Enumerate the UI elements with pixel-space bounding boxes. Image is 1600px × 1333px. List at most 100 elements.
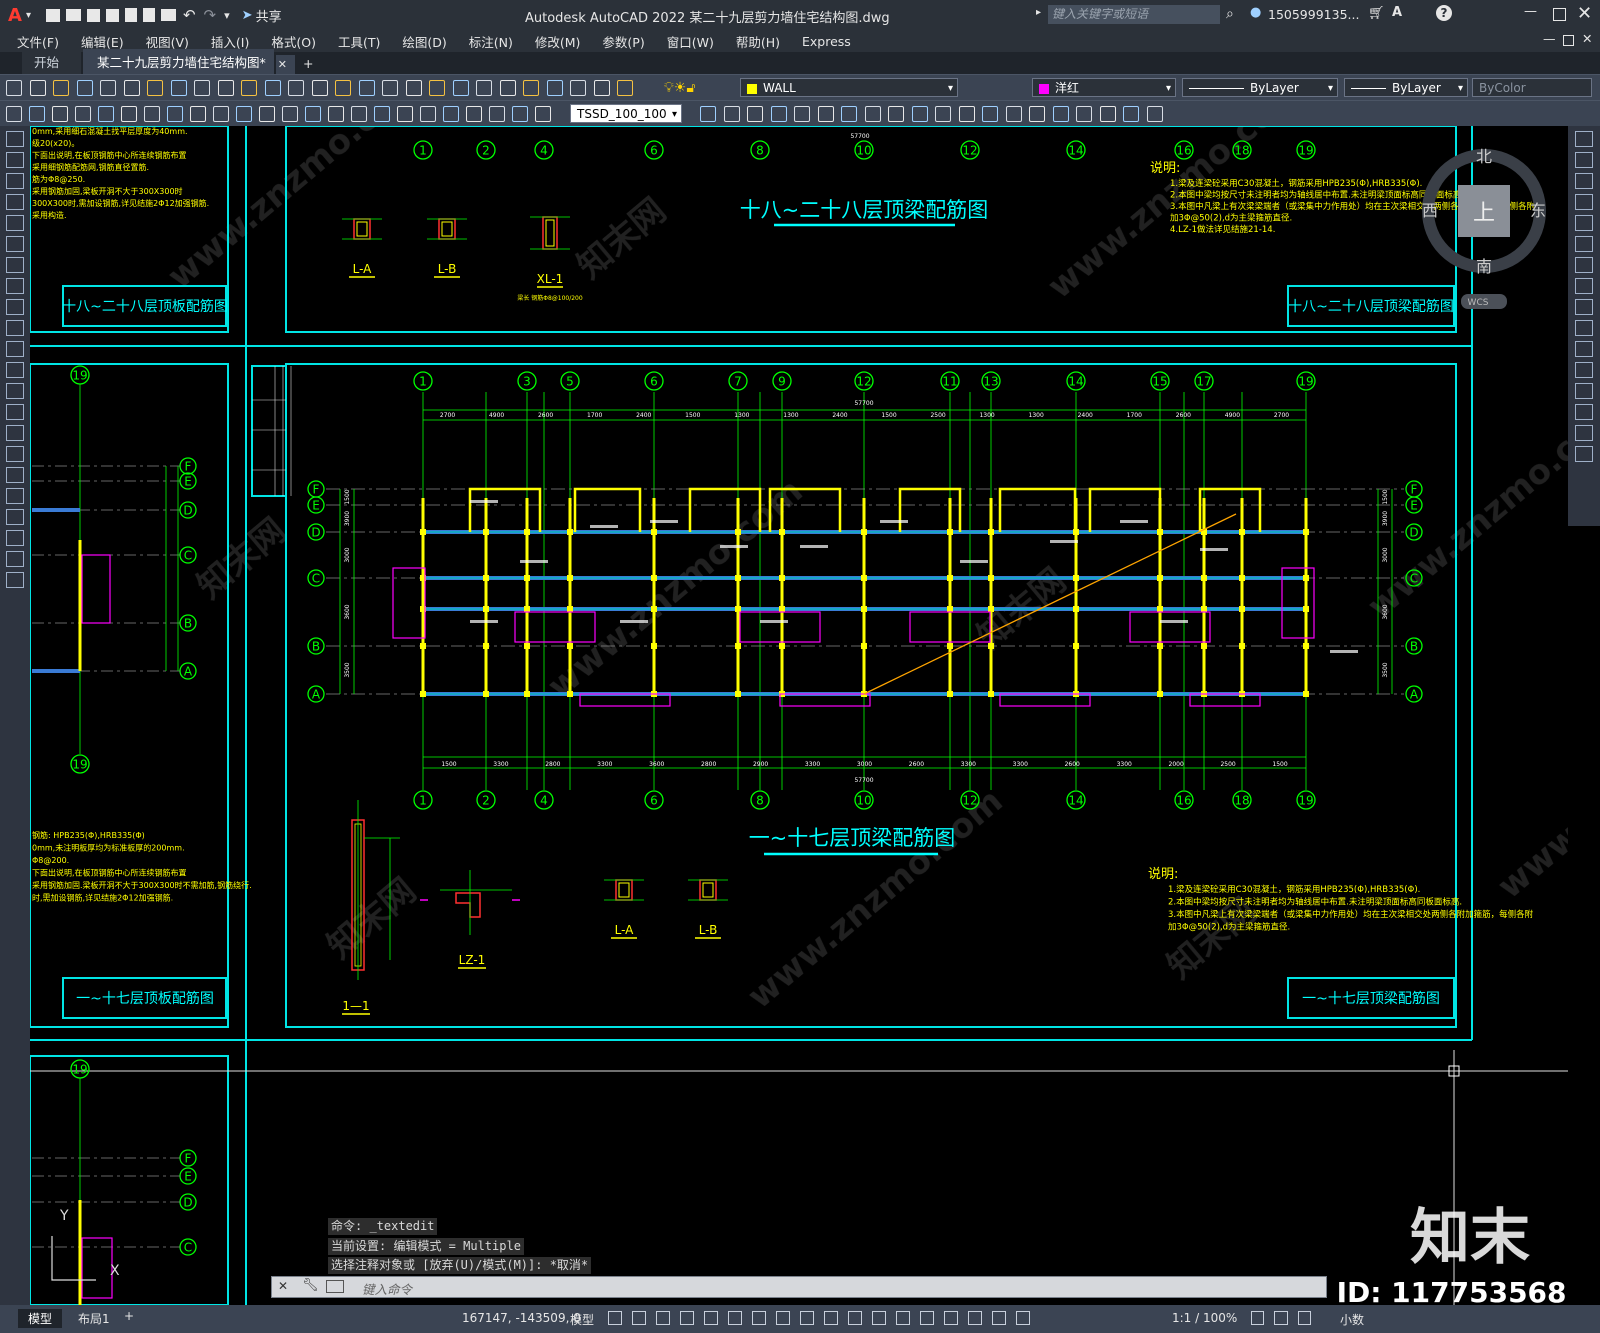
dim-tool-icon-20[interactable] <box>443 106 459 122</box>
dim-tool-icon-7[interactable] <box>144 106 160 122</box>
undo-icon[interactable]: ↶ <box>183 6 196 24</box>
status-tab-layout1[interactable]: 布局1 <box>68 1309 120 1328</box>
share-icon[interactable]: ➤ <box>242 8 253 23</box>
menu-dimension[interactable]: 标注(N) <box>458 32 524 51</box>
status-tab-add[interactable]: + <box>124 1309 134 1323</box>
save-as-icon[interactable] <box>105 8 119 22</box>
draw-tool-icon-3[interactable] <box>6 173 24 189</box>
dim-tool-icon-10[interactable] <box>213 106 229 122</box>
dim-tool-icon-16[interactable] <box>351 106 367 122</box>
menu-modify[interactable]: 修改(M) <box>524 32 592 51</box>
toolbar-tool-icon-23[interactable] <box>523 80 539 96</box>
cart-icon[interactable]: 🛒︎ <box>1368 6 1385 21</box>
draw-tool-icon-8[interactable] <box>6 278 24 294</box>
toolbar-tool-icon-6[interactable] <box>123 80 140 96</box>
draw-tool-icon-7[interactable] <box>6 257 24 273</box>
draw-tool-icon-19[interactable] <box>6 509 24 525</box>
maximize-icon[interactable] <box>1553 8 1566 21</box>
share-button[interactable]: 共享 <box>256 6 282 25</box>
modify-tool-icon-8[interactable] <box>864 106 881 122</box>
modify-tool-icon-18[interactable] <box>1099 106 1116 122</box>
modify-tool-icon-11[interactable] <box>1575 341 1593 357</box>
isodraft-toggle-icon[interactable] <box>752 1311 766 1325</box>
toolbar-tool-icon-9[interactable] <box>194 80 210 96</box>
polar-toggle-icon[interactable] <box>728 1311 742 1325</box>
modify-tool-icon-19[interactable] <box>1123 106 1139 122</box>
dim-tool-icon-18[interactable] <box>397 106 413 122</box>
minimize-icon[interactable]: — <box>1524 4 1537 19</box>
menu-edit[interactable]: 编辑(E) <box>70 32 135 51</box>
modify-tool-icon-14[interactable] <box>1575 404 1593 420</box>
new-file-icon[interactable] <box>45 8 60 22</box>
save-web-icon[interactable] <box>142 8 155 22</box>
toolbar-tool-icon-16[interactable] <box>358 80 375 96</box>
coordinate-readout[interactable]: 167147, -143509, 0 <box>462 1311 581 1325</box>
modify-tool-icon-2[interactable] <box>1575 152 1593 168</box>
dim-tool-icon-21[interactable] <box>466 106 482 122</box>
menu-insert[interactable]: 插入(I) <box>200 32 260 51</box>
units-status[interactable]: 小数 <box>1340 1311 1364 1328</box>
menu-draw[interactable]: 绘图(D) <box>391 32 457 51</box>
search-input[interactable]: 键入关键字或短语 <box>1048 5 1220 24</box>
toolbar-tool-icon-14[interactable] <box>311 80 328 96</box>
draw-tool-icon-14[interactable] <box>6 404 24 420</box>
toolbar-tool-icon-8[interactable] <box>170 80 187 96</box>
draw-tool-icon-12[interactable] <box>6 362 24 378</box>
layer-dropdown[interactable]: WALL ▾ <box>740 78 958 97</box>
toolbar-tool-icon-17[interactable] <box>382 80 398 96</box>
doc-minimize-icon[interactable]: — <box>1543 31 1556 46</box>
toolbar-tool-icon-26[interactable] <box>593 80 610 96</box>
annotation-monitor-icon[interactable] <box>1274 1311 1288 1325</box>
color-dropdown[interactable]: 洋红 ▾ <box>1032 78 1176 97</box>
dim-tool-icon-17[interactable] <box>374 106 390 122</box>
modify-tool-icon-2[interactable] <box>723 106 740 122</box>
draw-tool-icon-17[interactable] <box>6 467 24 483</box>
draw-tool-icon-13[interactable] <box>6 383 24 399</box>
dim-tool-icon-4[interactable] <box>75 106 91 122</box>
drawing-canvas[interactable]: www.znzmo.com知末网www.znzmo.com知末网www.znzm… <box>30 126 1568 1305</box>
doc-restore-icon[interactable] <box>1563 35 1574 46</box>
annotation-visibility-toggle-icon[interactable] <box>992 1311 1006 1325</box>
modify-tool-icon-16[interactable] <box>1052 106 1069 122</box>
modify-tool-icon-13[interactable] <box>1575 383 1593 399</box>
modify-tool-icon-7[interactable] <box>1575 257 1593 273</box>
annotation-scale-dropdown[interactable]: TSSD_100_100 ▾ <box>570 104 682 123</box>
toolbar-tool-icon-4[interactable] <box>76 80 93 96</box>
modify-tool-icon-5[interactable] <box>794 106 810 122</box>
modify-tool-icon-17[interactable] <box>1076 106 1092 122</box>
selection-filter-toggle-icon[interactable] <box>944 1311 958 1325</box>
toolbar-tool-icon-15[interactable] <box>335 80 351 96</box>
modify-tool-icon-11[interactable] <box>935 106 951 122</box>
draw-tool-icon-10[interactable] <box>6 320 24 336</box>
dim-tool-icon-23[interactable] <box>512 106 528 122</box>
close-icon[interactable]: ✕ <box>1577 3 1592 24</box>
modify-tool-icon-4[interactable] <box>1575 194 1593 210</box>
draw-tool-icon-18[interactable] <box>6 488 24 504</box>
model-space-button[interactable]: 模型 <box>570 1311 594 1328</box>
dim-tool-icon-9[interactable] <box>190 106 206 122</box>
dim-tool-icon-6[interactable] <box>121 106 137 122</box>
plot-icon[interactable] <box>160 9 176 21</box>
isolate-objects-icon[interactable] <box>1297 1311 1311 1325</box>
toolbar-tool-icon-21[interactable] <box>476 80 492 96</box>
toolbar-tool-icon-12[interactable] <box>264 80 281 96</box>
draw-tool-icon-11[interactable] <box>6 341 24 357</box>
user-icon[interactable]: ● <box>1250 5 1261 20</box>
tab-add-button[interactable]: + <box>295 53 321 74</box>
modify-tool-icon-12[interactable] <box>1575 362 1593 378</box>
menu-window[interactable]: 窗口(W) <box>656 32 725 51</box>
command-input[interactable]: 键入命令 <box>362 1279 412 1298</box>
dim-tool-icon-12[interactable] <box>259 106 275 122</box>
draw-tool-icon-16[interactable] <box>6 446 24 462</box>
menu-view[interactable]: 视图(V) <box>135 32 200 51</box>
dim-tool-icon-22[interactable] <box>489 106 505 122</box>
modify-tool-icon-3[interactable] <box>747 106 763 122</box>
ortho-toggle-icon[interactable] <box>704 1311 718 1325</box>
toolbar-tool-icon-24[interactable] <box>546 80 563 96</box>
draw-tool-icon-1[interactable] <box>6 131 24 147</box>
search-chevron-icon[interactable]: ▸ <box>1036 7 1041 18</box>
3d-osnap-toggle-icon[interactable] <box>896 1311 910 1325</box>
dim-tool-icon-14[interactable] <box>305 106 321 122</box>
open-file-icon[interactable] <box>65 9 81 21</box>
tab-close-icon[interactable]: ✕ <box>275 55 295 74</box>
